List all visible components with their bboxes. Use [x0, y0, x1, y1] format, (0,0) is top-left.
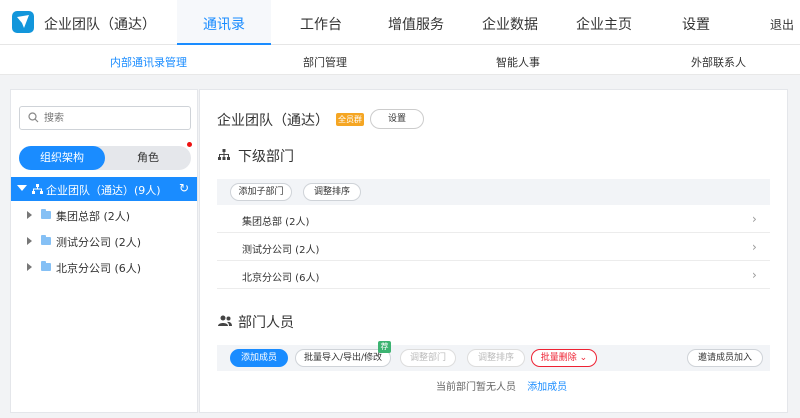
search-box[interactable] — [19, 106, 191, 130]
tree-item-label: 测试分公司 (2人) — [56, 236, 142, 249]
members-title: 部门人员 — [238, 315, 294, 331]
refresh-icon[interactable]: ↻ — [179, 181, 189, 195]
nav-workbench[interactable]: 工作台 — [300, 14, 342, 34]
subnav-dept-management[interactable]: 部门管理 — [303, 54, 347, 70]
folder-icon — [41, 235, 51, 245]
tree-item-test-branch[interactable]: 测试分公司 (2人) — [11, 229, 197, 253]
dept-row[interactable]: 集团总部 (2人) › — [217, 205, 770, 233]
subnav-external-contacts[interactable]: 外部联系人 — [691, 54, 746, 70]
dept-row[interactable]: 测试分公司 (2人) › — [217, 233, 770, 261]
caret-down-icon[interactable] — [17, 185, 27, 191]
sub-dept-title: 下级部门 — [238, 149, 294, 165]
batch-delete-label: 批量删除 — [540, 353, 577, 363]
tree-item-hq[interactable]: 集团总部 (2人) — [11, 203, 197, 227]
tab-org-structure[interactable]: 组织架构 — [19, 146, 105, 170]
caret-right-icon[interactable] — [27, 263, 32, 271]
folder-icon — [41, 261, 51, 271]
notification-dot — [187, 142, 192, 147]
adjust-dept-button[interactable]: 调整部门 — [400, 349, 456, 367]
caret-right-icon[interactable] — [27, 211, 32, 219]
dept-label: 测试分公司 (2人) — [242, 245, 320, 256]
empty-text: 当前部门暂无人员 — [436, 382, 516, 393]
adjust-order-button[interactable]: 调整排序 — [303, 183, 361, 201]
add-member-link[interactable]: 添加成员 — [527, 382, 567, 393]
batch-delete-button[interactable]: 批量删除 ⌄ — [531, 349, 597, 367]
nav-contacts[interactable]: 通讯录 — [177, 0, 271, 45]
main-panel: 企业团队（通达） 全员群 设置 下级部门 添加子部门 调整排序 集团总部 (2人… — [199, 89, 788, 413]
add-sub-dept-button[interactable]: 添加子部门 — [230, 183, 292, 201]
chevron-right-icon: › — [752, 268, 757, 282]
invite-member-button[interactable]: 邀请成员加入 — [687, 349, 763, 367]
chevron-right-icon: › — [752, 212, 757, 226]
nav-enterprise-data[interactable]: 企业数据 — [482, 14, 538, 34]
org-chart-icon — [32, 184, 43, 194]
users-icon — [218, 315, 232, 326]
settings-button[interactable]: 设置 — [370, 109, 424, 129]
sidebar-tabs: 组织架构 角色 — [19, 146, 191, 170]
add-member-button[interactable]: 添加成员 — [230, 349, 288, 367]
tab-roles[interactable]: 角色 — [105, 146, 191, 170]
nav-contacts-label: 通讯录 — [203, 17, 245, 33]
logout-link[interactable]: 退出 — [770, 16, 794, 33]
sub-navbar: 内部通讯录管理 部门管理 智能人事 外部联系人 — [0, 45, 800, 75]
sub-dept-toolbar: 添加子部门 调整排序 — [217, 179, 770, 205]
adjust-member-order-button[interactable]: 调整排序 — [467, 349, 525, 367]
tree-item-label: 北京分公司 (6人) — [56, 262, 142, 275]
org-sidebar: 组织架构 角色 企业团队（通达）(9人) ↻ 集团总部 (2人) 测试分公司 (… — [10, 89, 198, 413]
app-logo-icon[interactable] — [12, 11, 34, 33]
dept-label: 集团总部 (2人) — [242, 217, 310, 228]
search-input[interactable] — [44, 110, 184, 126]
tree-item-beijing-branch[interactable]: 北京分公司 (6人) — [11, 255, 197, 279]
org-name[interactable]: 企业团队（通达） — [44, 14, 156, 34]
tree-root-item[interactable]: 企业团队（通达）(9人) ↻ — [11, 177, 197, 201]
tree-item-label: 集团总部 (2人) — [56, 210, 131, 223]
dept-row[interactable]: 北京分公司 (6人) › — [217, 261, 770, 289]
empty-state: 当前部门暂无人员 添加成员 — [436, 378, 567, 393]
subnav-internal-contacts[interactable]: 内部通讯录管理 — [110, 54, 187, 70]
recommend-badge: 荐 — [378, 341, 391, 353]
nav-value-added[interactable]: 增值服务 — [388, 14, 444, 34]
dept-label: 北京分公司 (6人) — [242, 273, 320, 284]
nav-enterprise-home[interactable]: 企业主页 — [576, 14, 632, 34]
chevron-right-icon: › — [752, 240, 757, 254]
search-icon — [28, 112, 39, 123]
all-staff-badge[interactable]: 全员群 — [336, 113, 364, 126]
batch-import-export-button[interactable]: 批量导入/导出/修改 — [295, 349, 391, 367]
chevron-down-icon: ⌄ — [579, 353, 588, 363]
folder-icon — [41, 209, 51, 219]
nav-settings[interactable]: 设置 — [682, 14, 710, 34]
page-title: 企业团队（通达） — [217, 113, 329, 129]
members-toolbar: 添加成员 批量导入/导出/修改 调整部门 调整排序 批量删除 ⌄ 邀请成员加入 — [217, 345, 770, 371]
subnav-smart-hr[interactable]: 智能人事 — [496, 54, 540, 70]
org-chart-icon — [218, 149, 230, 160]
caret-right-icon[interactable] — [27, 237, 32, 245]
tree-root-label: 企业团队（通达）(9人) — [46, 184, 161, 197]
top-navbar: 企业团队（通达） 通讯录 工作台 增值服务 企业数据 企业主页 设置 退出 — [0, 0, 800, 45]
